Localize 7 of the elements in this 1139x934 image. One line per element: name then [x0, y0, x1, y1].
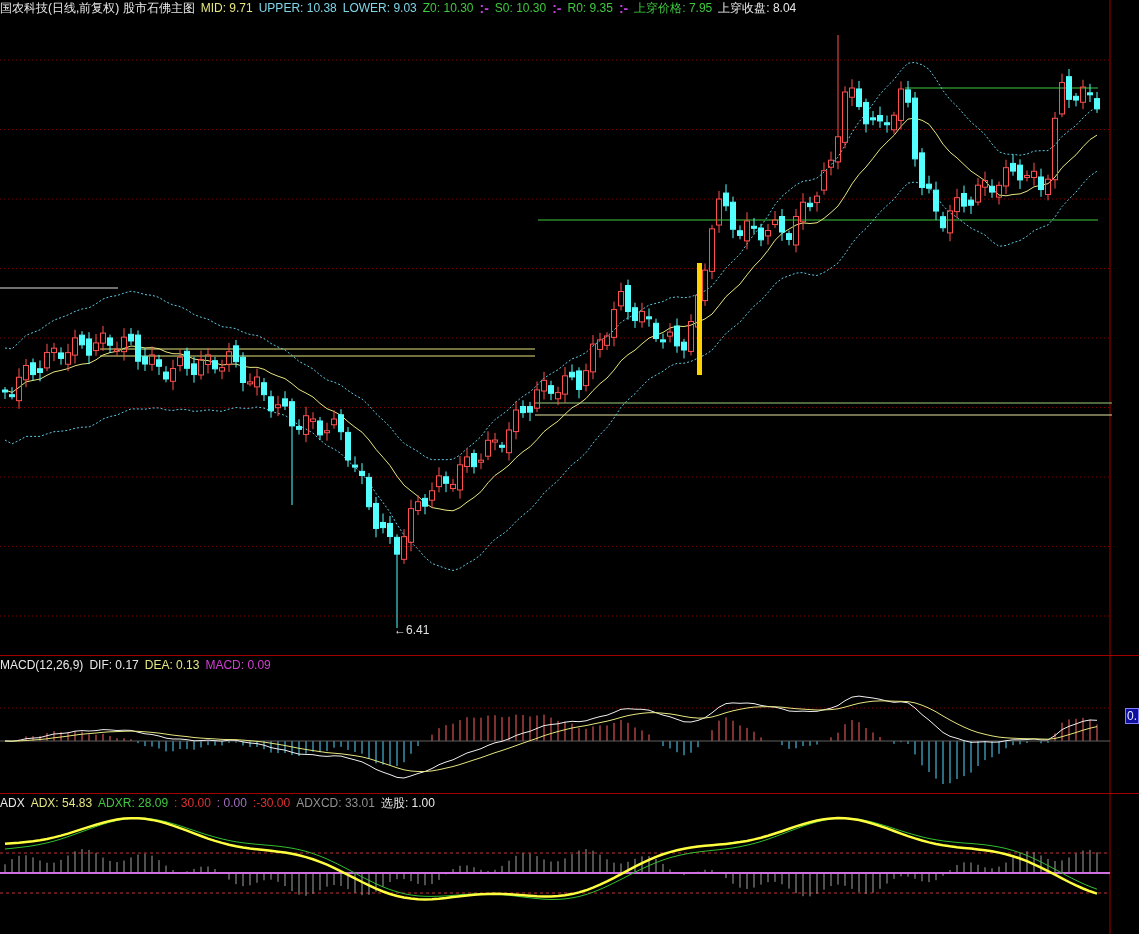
low-price-label: ←6.41: [394, 623, 430, 637]
indicator-value: MACD(12,26,9): [0, 657, 84, 673]
indicator-value: 选股: 1.00: [380, 795, 435, 811]
axis-value-label: 0.: [1125, 708, 1139, 724]
indicator-value: 国农科技(日线,前复权) 股市石佛主图: [0, 0, 195, 16]
indicator-value: 上穿收盘: 8.04: [718, 0, 797, 16]
indicator-value: 上穿价格: 7.95: [634, 0, 713, 16]
